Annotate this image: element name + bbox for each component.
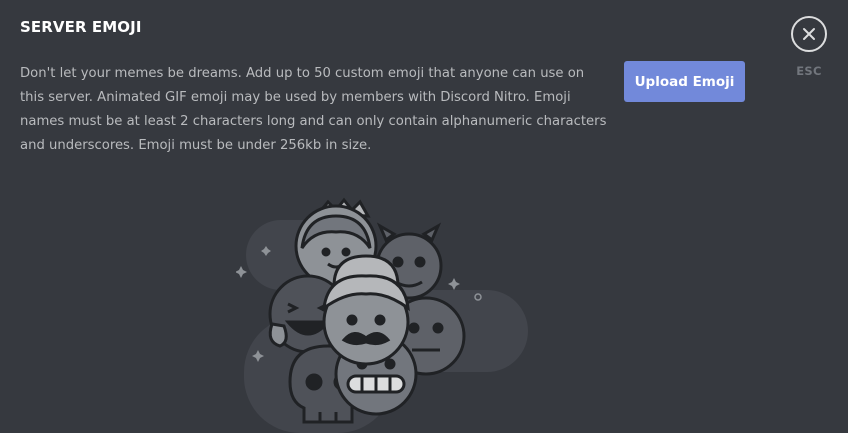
upload-emoji-button[interactable]: Upload Emoji [624, 61, 745, 102]
close-icon [803, 28, 815, 40]
close-control: ESC [788, 16, 830, 78]
emoji-pile-illustration [236, 197, 528, 433]
page-title: SERVER EMOJI [20, 18, 142, 36]
server-emoji-settings-page: SERVER EMOJI Don't let your memes be dre… [0, 0, 848, 433]
mustache-emoji-icon [322, 254, 410, 366]
close-button[interactable] [791, 16, 827, 52]
emoji-description: Don't let your memes be dreams. Add up t… [20, 66, 607, 153]
esc-label: ESC [796, 64, 822, 78]
